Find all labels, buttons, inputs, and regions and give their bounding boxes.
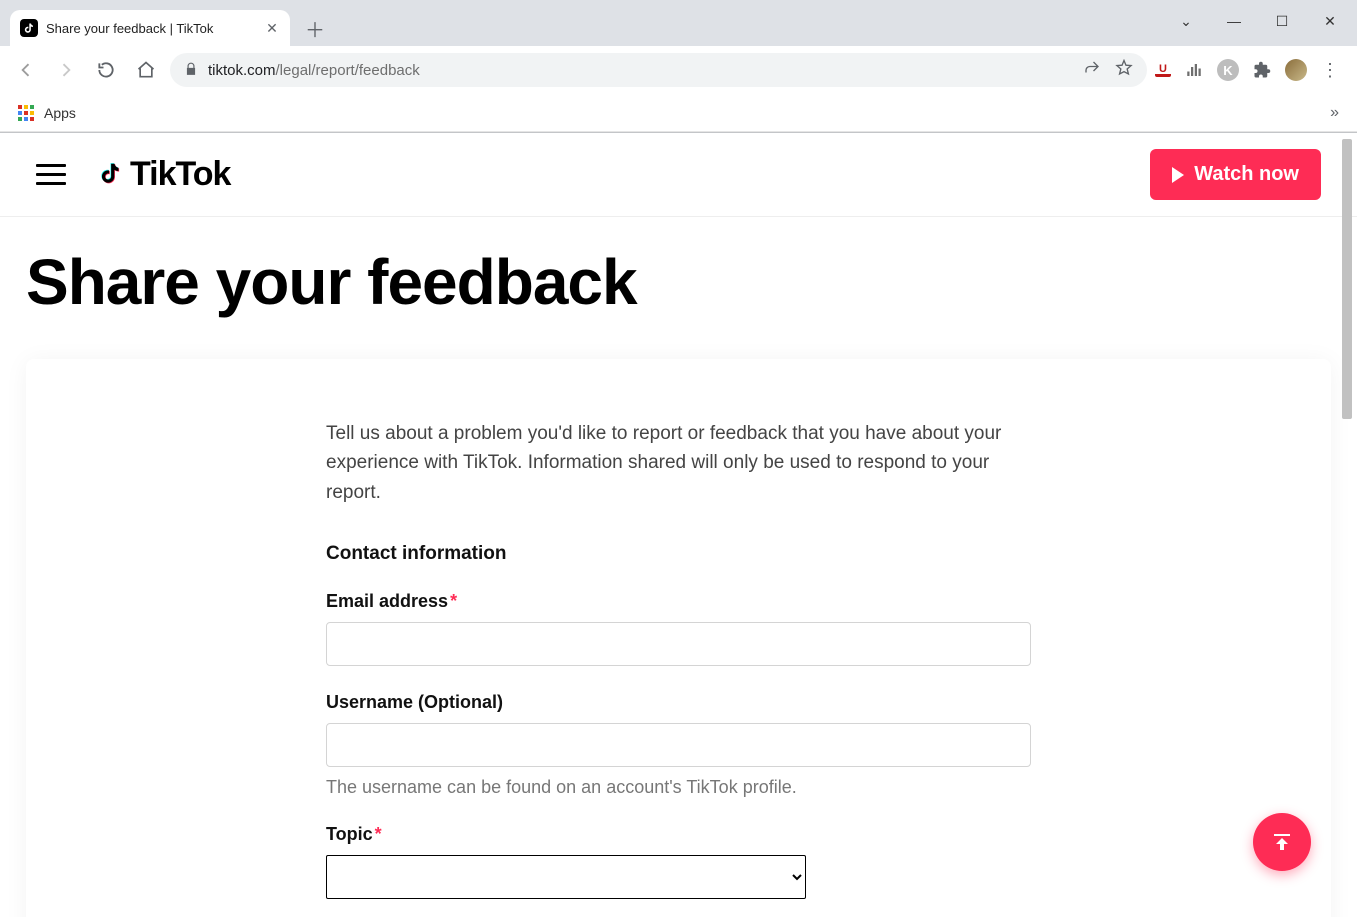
extensions-icon[interactable]	[1251, 59, 1273, 81]
close-window-button[interactable]: ✕	[1309, 6, 1351, 36]
browser-tab[interactable]: Share your feedback | TikTok ✕	[10, 10, 290, 46]
tab-close-icon[interactable]: ✕	[264, 20, 280, 37]
feedback-form-card: Tell us about a problem you'd like to re…	[26, 359, 1331, 917]
watch-now-button[interactable]: Watch now	[1150, 149, 1321, 200]
username-label: Username (Optional)	[326, 692, 1031, 713]
page-viewport: TikTok Watch now Share your feedback Tel…	[0, 133, 1357, 917]
username-hint: The username can be found on an account'…	[326, 777, 1031, 798]
share-icon[interactable]	[1083, 59, 1101, 81]
tab-title: Share your feedback | TikTok	[46, 21, 256, 36]
site-header: TikTok Watch now	[0, 133, 1357, 217]
url-text: tiktok.com/legal/report/feedback	[208, 62, 1073, 79]
address-bar[interactable]: tiktok.com/legal/report/feedback	[170, 53, 1147, 87]
home-button[interactable]	[130, 54, 162, 86]
contact-heading: Contact information	[326, 543, 1031, 565]
tiktok-note-icon	[94, 158, 124, 192]
browser-menu-icon[interactable]: ⋮	[1319, 59, 1341, 81]
bookmarks-bar: Apps »	[0, 94, 1357, 132]
lock-icon	[184, 62, 198, 79]
bookmarks-overflow-icon[interactable]: »	[1330, 104, 1339, 122]
email-input[interactable]	[326, 622, 1031, 666]
scrollbar-thumb[interactable]	[1342, 139, 1352, 419]
username-field-group: Username (Optional) The username can be …	[326, 692, 1031, 798]
topic-label: Topic*	[326, 824, 1031, 845]
page-title: Share your feedback	[0, 217, 1357, 359]
analytics-extension-icon[interactable]	[1183, 59, 1205, 81]
maximize-button[interactable]: ☐	[1261, 6, 1303, 36]
tiktok-favicon-icon	[20, 19, 38, 37]
scrollbar-track[interactable]	[1341, 133, 1355, 917]
forward-button[interactable]	[50, 54, 82, 86]
email-field-group: Email address*	[326, 591, 1031, 666]
reload-button[interactable]	[90, 54, 122, 86]
watch-now-label: Watch now	[1194, 163, 1299, 186]
intro-text: Tell us about a problem you'd like to re…	[326, 419, 1031, 507]
profile-avatar-icon[interactable]	[1285, 59, 1307, 81]
extensions-row: U K ⋮	[1155, 59, 1347, 81]
topic-select[interactable]	[326, 855, 806, 899]
k-extension-icon[interactable]: K	[1217, 59, 1239, 81]
mcafee-extension-icon[interactable]: U	[1155, 63, 1171, 77]
email-label: Email address*	[326, 591, 1031, 612]
topic-field-group: Topic*	[326, 824, 1031, 899]
tabs-dropdown-icon[interactable]: ⌄	[1165, 6, 1207, 36]
apps-grid-icon[interactable]	[18, 105, 34, 121]
menu-button[interactable]	[36, 160, 66, 190]
back-button[interactable]	[10, 54, 42, 86]
browser-chrome: Share your feedback | TikTok ✕ ＋ ⌄ ― ☐ ✕	[0, 0, 1357, 133]
window-controls: ⌄ ― ☐ ✕	[1165, 6, 1351, 36]
apps-label[interactable]: Apps	[44, 105, 76, 121]
new-tab-button[interactable]: ＋	[300, 13, 330, 43]
scroll-to-top-button[interactable]	[1253, 813, 1311, 871]
minimize-button[interactable]: ―	[1213, 6, 1255, 36]
tab-strip: Share your feedback | TikTok ✕ ＋ ⌄ ― ☐ ✕	[0, 0, 1357, 46]
browser-toolbar: tiktok.com/legal/report/feedback U K ⋮	[0, 46, 1357, 94]
username-input[interactable]	[326, 723, 1031, 767]
play-icon	[1172, 167, 1184, 183]
tiktok-logo[interactable]: TikTok	[94, 155, 230, 194]
bookmark-star-icon[interactable]	[1115, 59, 1133, 81]
tiktok-wordmark: TikTok	[130, 155, 230, 194]
